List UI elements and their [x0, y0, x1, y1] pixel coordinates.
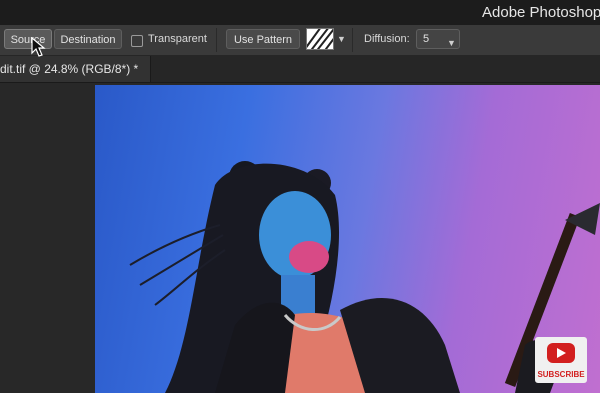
title-bar: Adobe Photoshop [0, 0, 600, 26]
document-tab-bar: dit.tif @ 24.8% (RGB/8*) * [0, 56, 600, 83]
subscribe-badge[interactable]: SUBSCRIBE [535, 337, 587, 383]
image-canvas[interactable] [95, 85, 600, 393]
diffusion-label: Diffusion: [364, 33, 410, 45]
photo-subject [129, 161, 600, 393]
pattern-swatch[interactable] [306, 28, 334, 50]
options-bar: Source Destination Transparent Use Patte… [0, 25, 600, 56]
chevron-down-icon[interactable]: ▼ [337, 34, 346, 44]
diffusion-select[interactable]: 5 ▼ [416, 29, 460, 49]
arrow-cursor-icon [31, 37, 46, 57]
use-pattern-button[interactable]: Use Pattern [226, 29, 300, 49]
youtube-play-icon [547, 343, 575, 363]
diagonal-pattern-icon [307, 29, 333, 49]
app-title: Adobe Photoshop [482, 4, 600, 21]
separator [352, 28, 353, 52]
diffusion-value: 5 [423, 33, 430, 45]
transparent-label: Transparent [148, 33, 207, 45]
document-tab-label: dit.tif @ 24.8% (RGB/8*) * [0, 62, 139, 76]
separator [216, 28, 217, 52]
destination-button[interactable]: Destination [54, 29, 122, 49]
transparent-checkbox[interactable] [131, 35, 143, 47]
subscribe-label: SUBSCRIBE [537, 370, 585, 379]
chevron-down-icon: ▼ [447, 38, 456, 48]
document-tab[interactable]: dit.tif @ 24.8% (RGB/8*) * [0, 56, 151, 82]
